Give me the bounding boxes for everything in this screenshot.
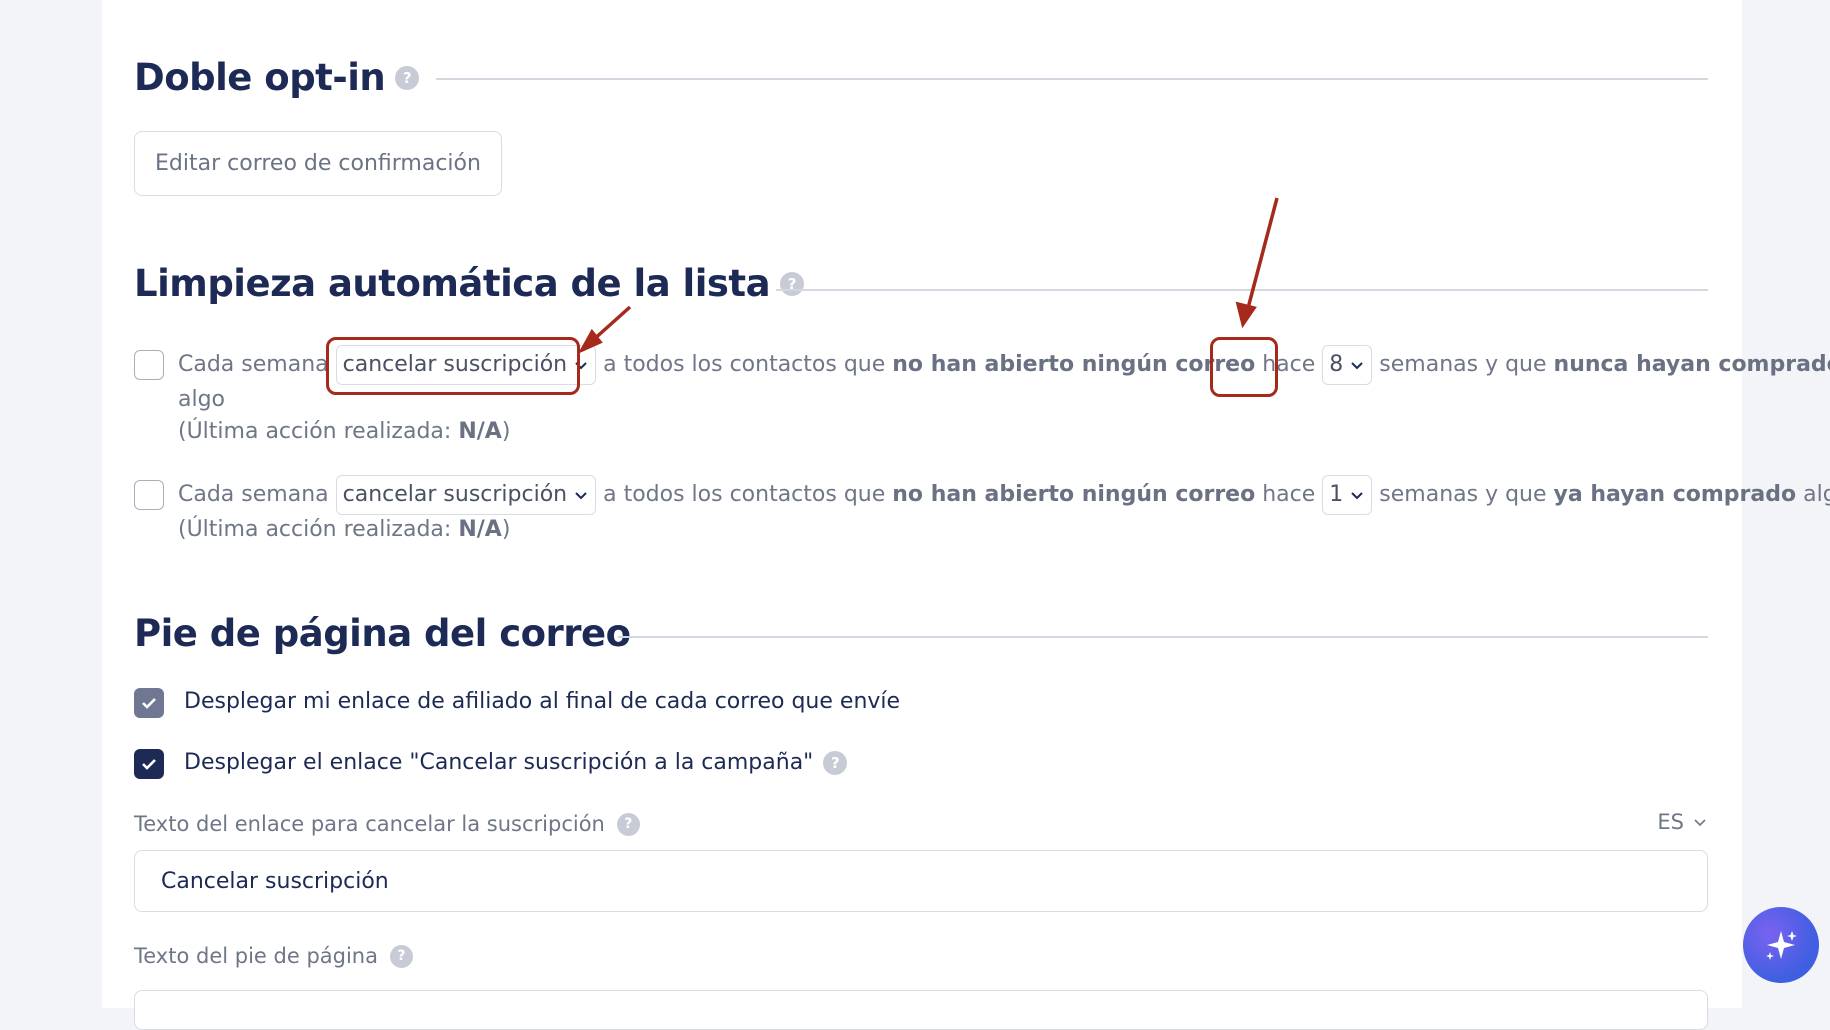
annotation-arrows bbox=[577, 197, 1279, 354]
annotation-arrowhead bbox=[1235, 301, 1257, 329]
sparkle-icon bbox=[1766, 931, 1797, 960]
ai-assistant-button[interactable] bbox=[1743, 907, 1819, 983]
annotation-arrow-line bbox=[1245, 197, 1279, 313]
annotation-arrow-line bbox=[590, 305, 632, 343]
